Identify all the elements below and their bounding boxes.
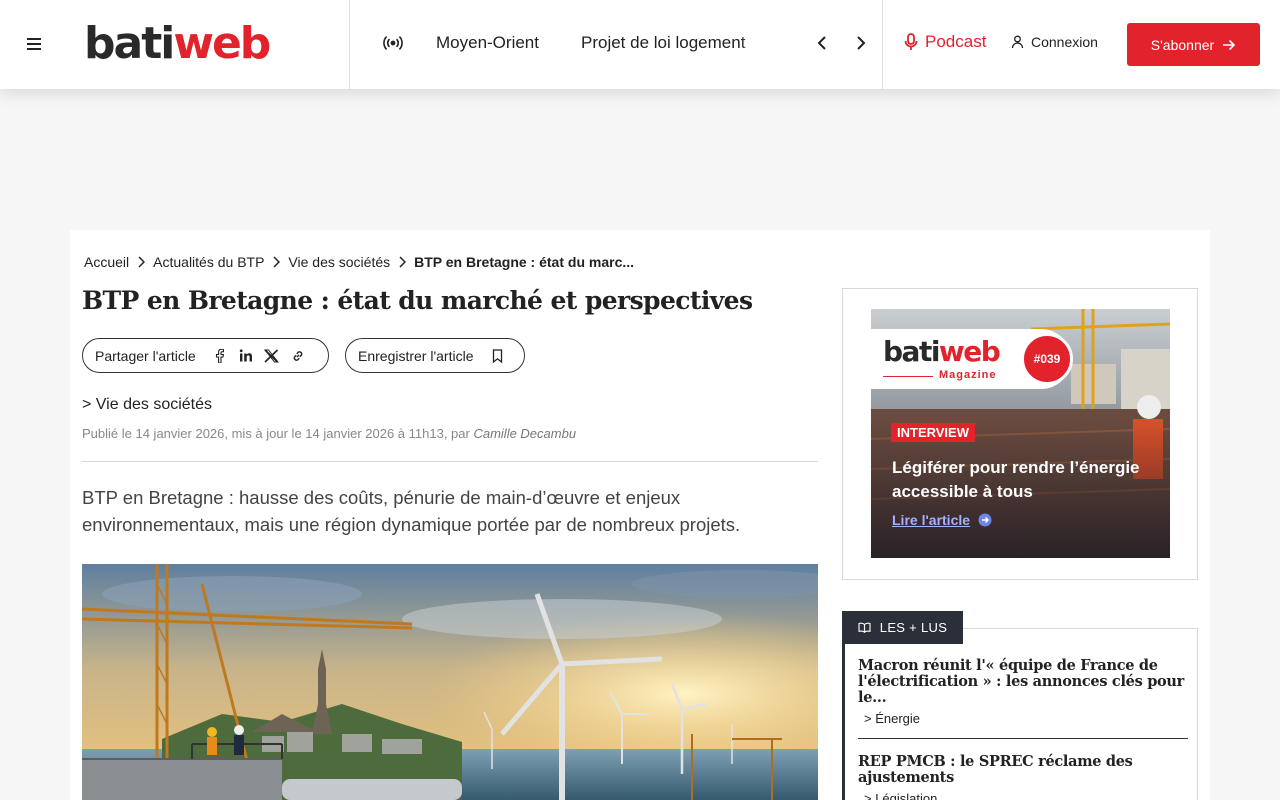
nav-link-moyen-orient[interactable]: Moyen-Orient	[436, 32, 539, 54]
facebook-icon[interactable]	[212, 348, 228, 364]
microphone-icon	[904, 33, 918, 50]
header-divider-right	[882, 0, 883, 89]
subscribe-button[interactable]: S'abonner	[1127, 23, 1260, 66]
user-icon	[1011, 35, 1024, 49]
breadcrumb-vie-societes[interactable]: Vie des sociétés	[288, 254, 390, 270]
article-container: Accueil Actualités du BTP Vie des sociét…	[70, 230, 1210, 800]
linkedin-icon[interactable]	[238, 348, 254, 364]
breadcrumb-current: BTP en Bretagne : état du marc...	[414, 254, 635, 270]
arrow-right-icon	[1223, 39, 1236, 50]
nav-next-button[interactable]	[849, 30, 873, 56]
open-book-icon	[858, 622, 871, 633]
bookmark-icon	[490, 348, 506, 364]
breadcrumb: Accueil Actualités du BTP Vie des sociét…	[84, 254, 634, 270]
nav-prev-button[interactable]	[810, 30, 834, 56]
most-read-item[interactable]: REP PMCB : le SPREC réclame des ajusteme…	[858, 754, 1190, 800]
most-read-title[interactable]: Macron réunit l'« équipe de France de l'…	[858, 658, 1190, 706]
divider	[82, 461, 818, 462]
publication-date: Publié le 14 janvier 2026, mis à jour le…	[82, 426, 474, 441]
breadcrumb-home[interactable]: Accueil	[84, 254, 129, 270]
site-logo[interactable]: batiweb	[84, 18, 271, 70]
logo-part-bati: bati	[84, 18, 175, 69]
most-read-category[interactable]: > Législation	[858, 791, 1190, 800]
share-label: Partager l'article	[95, 347, 196, 364]
link-icon[interactable]	[290, 348, 306, 364]
ad-logo-text: batiweb	[883, 335, 1001, 368]
most-read-title[interactable]: REP PMCB : le SPREC réclame des ajusteme…	[858, 754, 1190, 786]
article-hero-image	[82, 564, 818, 800]
article-category[interactable]: > Vie des sociétés	[82, 396, 212, 414]
nav-link-projet-loi-logement[interactable]: Projet de loi logement	[581, 32, 745, 54]
x-twitter-icon[interactable]	[264, 348, 280, 364]
most-read-tab: LES + LUS	[842, 611, 963, 644]
nav-fade-overlay	[740, 28, 780, 58]
chevron-right-icon	[857, 36, 866, 50]
live-broadcast-icon[interactable]	[382, 32, 404, 54]
logo-part-web: web	[173, 18, 271, 69]
podcast-link[interactable]: Podcast	[903, 32, 986, 52]
most-read-widget: Macron réunit l'« équipe de France de l'…	[842, 611, 1198, 800]
chevron-right-icon	[273, 256, 281, 268]
chevron-right-icon	[138, 256, 146, 268]
article-title: BTP en Bretagne : état du marché et pers…	[82, 286, 753, 315]
article-lead: BTP en Bretagne : hausse des coûts, pénu…	[82, 487, 741, 535]
most-read-list: Macron réunit l'« équipe de France de l'…	[842, 628, 1198, 800]
chevron-right-icon	[399, 256, 407, 268]
login-link[interactable]: Connexion	[1011, 34, 1098, 50]
ad-interview-tag: INTERVIEW	[891, 423, 975, 442]
header-divider	[349, 0, 350, 89]
most-read-tab-label: LES + LUS	[879, 620, 948, 635]
share-bar: Partager l'article	[82, 338, 329, 373]
podcast-label: Podcast	[925, 32, 987, 51]
login-label: Connexion	[1031, 34, 1098, 50]
menu-icon[interactable]	[27, 38, 41, 50]
sidebar-ad-box: batiweb Magazine #039 INTERVIEW Légifére…	[842, 288, 1198, 580]
magazine-ad[interactable]: batiweb Magazine #039 INTERVIEW Légifére…	[871, 309, 1170, 558]
most-read-item[interactable]: Macron réunit l'« équipe de France de l'…	[858, 658, 1190, 727]
arrow-circle-right-icon	[978, 513, 992, 527]
chevron-left-icon	[817, 36, 826, 50]
ad-read-link-label: Lire l'article	[892, 512, 971, 528]
subscribe-label: S'abonner	[1150, 36, 1215, 53]
ad-headline: Légiférer pour rendre l’énergie accessib…	[892, 458, 1140, 501]
ad-magazine-label: Magazine	[939, 369, 997, 381]
ad-logo-line	[883, 376, 933, 377]
site-header: batiweb Moyen-Orient Projet de loi logem…	[0, 0, 1280, 89]
author-name[interactable]: Camille Decambu	[473, 426, 576, 441]
save-article-label: Enregistrer l'article	[358, 347, 474, 364]
breadcrumb-actualites[interactable]: Actualités du BTP	[153, 254, 264, 270]
most-read-separator	[858, 738, 1188, 739]
publication-meta: Publié le 14 janvier 2026, mis à jour le…	[82, 426, 576, 441]
most-read-category[interactable]: > Énergie	[858, 711, 1190, 726]
ad-read-link[interactable]: Lire l'article	[892, 512, 992, 528]
save-article-button[interactable]: Enregistrer l'article	[345, 338, 525, 373]
ad-issue-badge: #039	[1021, 333, 1073, 385]
